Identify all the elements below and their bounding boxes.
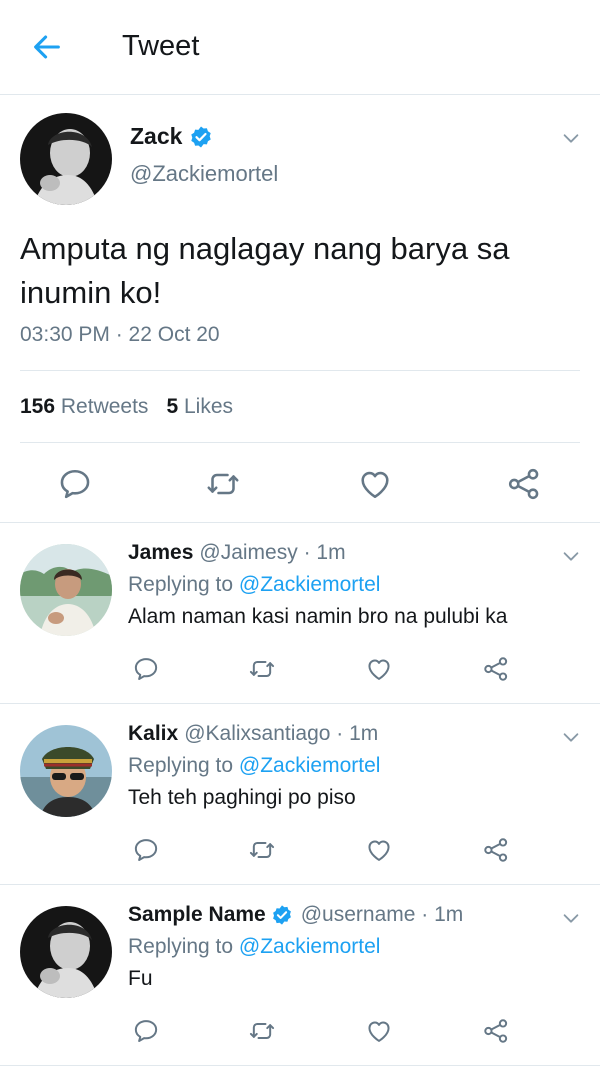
reply-tweet[interactable]: Kalix @Kalixsantiago · 1m Replying to @Z… <box>0 704 600 885</box>
reply-bubble-icon[interactable] <box>132 1017 160 1045</box>
reply-author-name[interactable]: Kalix <box>128 722 178 746</box>
replying-to: Replying to @Zackiemortel <box>128 935 381 958</box>
reply-bubble-icon[interactable] <box>132 655 160 683</box>
heart-icon[interactable] <box>365 1017 393 1045</box>
reply-author-handle[interactable]: @Kalixsantiago <box>184 722 330 746</box>
reply-timestamp[interactable]: 1m <box>316 541 345 565</box>
tweet-stats: 156 Retweets 5 Likes <box>20 395 233 419</box>
top-bar: Tweet <box>0 0 600 95</box>
mention-link[interactable]: @Zackiemortel <box>239 573 381 596</box>
tweet-actions <box>0 460 600 510</box>
arrow-left-icon[interactable] <box>30 30 64 64</box>
heart-icon[interactable] <box>365 655 393 683</box>
tweet-timestamp[interactable]: 03:30 PM · 22 Oct 20 <box>20 323 220 347</box>
retweet-icon[interactable] <box>248 655 276 683</box>
reply-text: Alam naman kasi namin bro na pulubi ka <box>128 605 508 628</box>
reply-author-name[interactable]: Sample Name <box>128 903 266 927</box>
avatar[interactable] <box>20 906 112 998</box>
likes-stat[interactable]: 5 Likes <box>166 395 233 418</box>
author-name-text: Zack <box>130 123 183 149</box>
reply-header: James @Jaimesy · 1m <box>128 541 346 565</box>
retweet-icon[interactable] <box>248 836 276 864</box>
avatar[interactable] <box>20 544 112 636</box>
share-icon[interactable] <box>482 836 510 864</box>
reply-header: Sample Name @username · 1m <box>128 903 463 927</box>
reply-timestamp[interactable]: 1m <box>349 722 378 746</box>
retweets-stat[interactable]: 156 Retweets <box>20 395 148 418</box>
reply-bubble-icon[interactable] <box>132 836 160 864</box>
tweet-text: Amputa ng naglagay nang barya sa inumin … <box>20 231 510 310</box>
author-handle[interactable]: @Zackiemortel <box>130 161 278 187</box>
reply-timestamp[interactable]: 1m <box>434 903 463 927</box>
reply-text: Teh teh paghingi po piso <box>128 786 356 809</box>
verified-badge-icon <box>189 125 213 149</box>
retweet-icon[interactable] <box>205 466 241 502</box>
heart-icon[interactable] <box>357 466 393 502</box>
reply-tweet[interactable]: Sample Name @username · 1m Replying to @… <box>0 885 600 1066</box>
page-title: Tweet <box>122 30 200 62</box>
reply-header: Kalix @Kalixsantiago · 1m <box>128 722 378 746</box>
heart-icon[interactable] <box>365 836 393 864</box>
reply-author-handle[interactable]: @Jaimesy <box>199 541 297 565</box>
reply-text: Fu <box>128 967 153 990</box>
author-name[interactable]: Zack <box>130 123 213 150</box>
verified-badge-icon <box>271 904 293 926</box>
avatar[interactable] <box>20 113 112 205</box>
chevron-down-icon[interactable] <box>560 127 582 149</box>
reply-tweet[interactable]: James @Jaimesy · 1m Replying to @Zackiem… <box>0 523 600 704</box>
separator-dot: · <box>415 903 435 926</box>
divider <box>20 442 580 443</box>
share-icon[interactable] <box>482 1017 510 1045</box>
mention-link[interactable]: @Zackiemortel <box>239 754 381 777</box>
main-tweet: Zack @Zackiemortel Amputa ng naglagay na… <box>0 95 600 523</box>
reply-author-name[interactable]: James <box>128 541 193 565</box>
reply-author-handle[interactable]: @username <box>301 903 416 927</box>
chevron-down-icon[interactable] <box>560 907 582 929</box>
retweet-icon[interactable] <box>248 1017 276 1045</box>
replying-to: Replying to @Zackiemortel <box>128 573 381 596</box>
separator-dot: · <box>297 541 317 564</box>
divider <box>20 370 580 371</box>
reply-bubble-icon[interactable] <box>57 466 93 502</box>
share-icon[interactable] <box>482 655 510 683</box>
share-icon[interactable] <box>506 466 542 502</box>
mention-link[interactable]: @Zackiemortel <box>239 935 381 958</box>
avatar[interactable] <box>20 725 112 817</box>
chevron-down-icon[interactable] <box>560 726 582 748</box>
replying-to: Replying to @Zackiemortel <box>128 754 381 777</box>
separator-dot: · <box>330 722 350 745</box>
chevron-down-icon[interactable] <box>560 545 582 567</box>
